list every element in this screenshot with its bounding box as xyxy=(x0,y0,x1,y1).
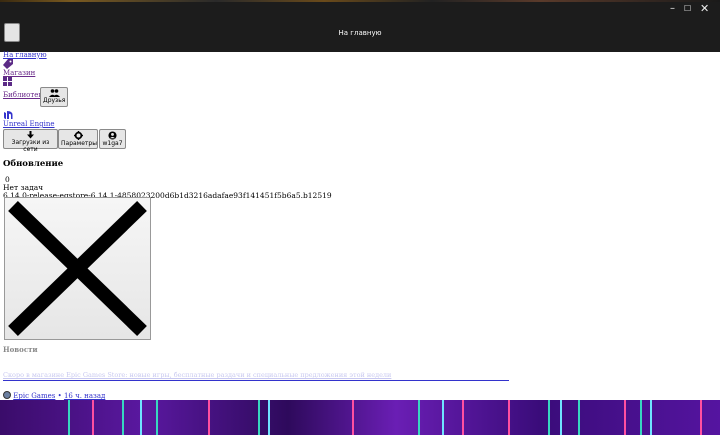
gear-icon xyxy=(73,131,83,140)
store-link[interactable]: Магазин xyxy=(3,69,703,77)
user-account-icon xyxy=(108,131,117,140)
tag-icon xyxy=(3,59,13,69)
news-heading: Новости xyxy=(3,345,38,354)
window-title: На главную xyxy=(338,29,382,37)
main-content: На главную Магазин Библиотека Друзья Unr… xyxy=(3,51,703,200)
library-row: Библиотека Друзья xyxy=(3,87,703,108)
grid-icon xyxy=(3,77,12,86)
meta-separator: • xyxy=(57,392,62,400)
friends-button[interactable]: Друзья xyxy=(40,87,68,107)
news-author-link[interactable]: Epic Games xyxy=(13,392,55,400)
unreal-icon xyxy=(4,111,13,119)
user-button[interactable]: w1ga7 xyxy=(99,129,126,149)
title-bar: На главную – ☐ ✕ xyxy=(0,2,720,52)
home-link[interactable]: На главную xyxy=(3,51,703,59)
promo-banner[interactable] xyxy=(0,400,720,435)
close-icon[interactable]: ✕ xyxy=(700,3,709,14)
friends-label: Друзья xyxy=(43,97,66,104)
update-heading: Обновление xyxy=(3,159,64,169)
downloads-button[interactable]: Загрузки из сети xyxy=(3,129,58,153)
settings-button[interactable]: Параметры xyxy=(58,129,98,149)
update-count: 0 xyxy=(5,175,10,184)
toolbar-row: Загрузки из сети Параметры w1ga7 xyxy=(3,129,703,153)
maximize-icon[interactable]: ☐ xyxy=(684,4,691,14)
download-icon xyxy=(27,131,34,139)
downloads-label: Загрузки из сети xyxy=(11,139,50,153)
news-meta: Epic Games • 16 ч. назад xyxy=(3,391,105,400)
news-article-link[interactable]: Скоро в магазине Epic Games Store: новые… xyxy=(3,371,509,381)
broken-image-placeholder xyxy=(4,197,151,340)
unreal-engine-link[interactable]: Unreal Engine xyxy=(3,120,703,128)
author-avatar xyxy=(3,391,11,399)
x-icon xyxy=(8,200,147,337)
friends-icon xyxy=(48,89,60,97)
settings-label: Параметры xyxy=(61,140,97,147)
user-label: w1ga7 xyxy=(102,140,123,147)
news-time-link[interactable]: 16 ч. назад xyxy=(64,392,105,400)
minimize-icon[interactable]: – xyxy=(670,4,675,14)
